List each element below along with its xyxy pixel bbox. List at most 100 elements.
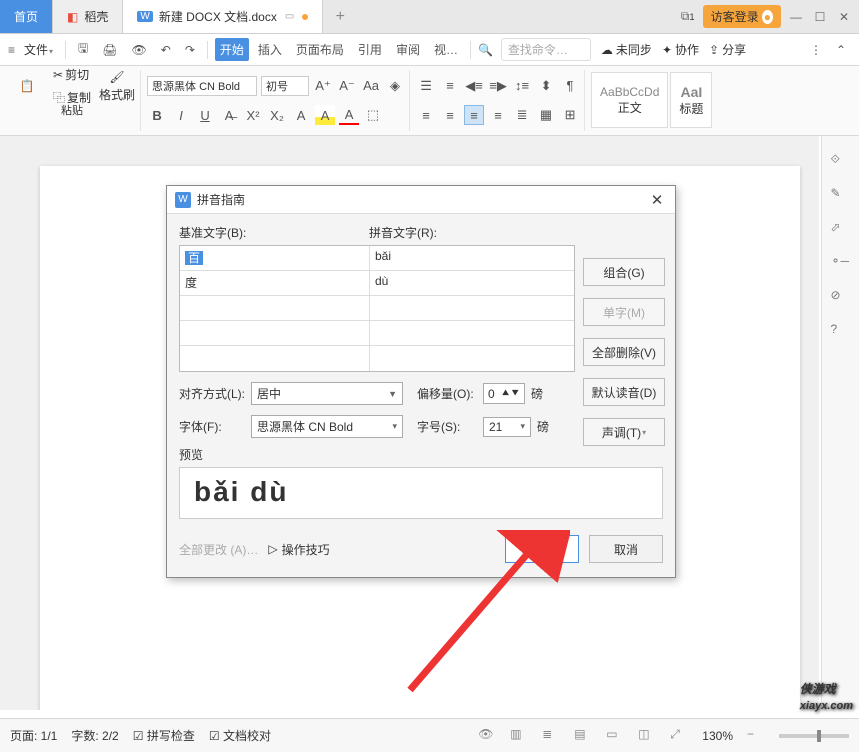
maximize-icon[interactable]: ☐ xyxy=(811,8,829,26)
tab-view[interactable]: 视… xyxy=(429,38,463,61)
underline-icon[interactable]: U xyxy=(195,105,215,125)
pinyin-0[interactable]: bǎi xyxy=(370,246,574,270)
zoom-level[interactable]: 130% xyxy=(702,729,733,743)
grow-font-icon[interactable]: A⁺ xyxy=(313,76,333,96)
tab-shell[interactable]: ◧ 稻壳 xyxy=(53,0,123,33)
indent-icon[interactable]: ≡▶ xyxy=(488,76,508,96)
close-icon[interactable]: ✕ xyxy=(835,8,853,26)
ok-button[interactable]: 确定 xyxy=(505,535,579,563)
tab-start[interactable]: 开始 xyxy=(215,38,249,61)
distribute-icon[interactable]: ≣ xyxy=(512,105,532,125)
dialog-titlebar[interactable]: W 拼音指南 ✕ xyxy=(167,186,675,214)
command-search-input[interactable]: 查找命令… xyxy=(501,38,591,61)
zoom-out-icon[interactable]: − xyxy=(747,727,765,745)
bullets-icon[interactable]: ☰ xyxy=(416,76,436,96)
rocket-icon[interactable]: ⟐ xyxy=(831,152,851,172)
save-icon[interactable]: 🖫 xyxy=(73,36,93,63)
font-color-icon[interactable]: A xyxy=(339,105,359,125)
font-size-select[interactable]: 初号 xyxy=(261,76,309,96)
superscript-icon[interactable]: X² xyxy=(243,105,263,125)
style-normal[interactable]: AaBbCcDd正文 xyxy=(591,72,668,128)
subscript-icon[interactable]: X₂ xyxy=(267,105,287,125)
settings-icon[interactable]: ⚬─ xyxy=(831,254,851,274)
table-row[interactable]: 百 bǎi xyxy=(180,246,574,271)
zoom-slider[interactable] xyxy=(779,734,849,738)
file-menu[interactable]: 文件▾ xyxy=(19,38,58,61)
font-select[interactable]: 思源黑体 CN Bold▾ xyxy=(251,415,403,438)
page-indicator[interactable]: 页面: 1/1 xyxy=(10,727,57,744)
style-heading1[interactable]: AaI标题 xyxy=(670,72,712,128)
align-left-icon[interactable]: ≡ xyxy=(416,105,436,125)
combine-button[interactable]: 组合(G) xyxy=(583,258,665,286)
sort-icon[interactable]: ⬍ xyxy=(536,76,556,96)
table-row[interactable] xyxy=(180,346,574,371)
format-painter-button[interactable]: 🖌格式刷 xyxy=(98,70,136,103)
table-row[interactable]: 度 dù xyxy=(180,271,574,296)
tab-document[interactable]: W 新建 DOCX 文档.docx ▭ xyxy=(123,0,323,33)
share-button[interactable]: ⇪分享 xyxy=(709,41,746,58)
login-button[interactable]: 访客登录 ● xyxy=(703,5,781,28)
bold-icon[interactable]: B xyxy=(147,105,167,125)
proofread-button[interactable]: ☑ 文档校对 xyxy=(209,727,271,744)
zoom-fit-icon[interactable]: ⤢ xyxy=(670,727,688,745)
cursor-icon[interactable]: ⬀ xyxy=(831,220,851,240)
sync-button[interactable]: ☁未同步 xyxy=(601,41,652,58)
app-menu-icon[interactable]: ≡ xyxy=(8,43,15,57)
coop-button[interactable]: ✦协作 xyxy=(662,41,699,58)
align-right-icon[interactable]: ≡ xyxy=(464,105,484,125)
align-select[interactable]: 居中▼ xyxy=(251,382,403,405)
new-tab-button[interactable]: + xyxy=(323,0,357,33)
base-char-0[interactable]: 百 xyxy=(185,251,203,265)
shrink-font-icon[interactable]: A⁻ xyxy=(337,76,357,96)
cut-button[interactable]: ✂剪切 xyxy=(50,65,94,84)
minimize-icon[interactable]: — xyxy=(787,8,805,26)
redo-icon[interactable]: ↷ xyxy=(180,40,200,60)
view-read-icon[interactable]: ▭ xyxy=(606,727,624,745)
fontsize-select[interactable]: 21▾ xyxy=(483,417,531,437)
shading-icon[interactable]: ▦ xyxy=(536,105,556,125)
highlight-icon[interactable]: A xyxy=(315,105,335,125)
cancel-button[interactable]: 取消 xyxy=(589,535,663,563)
pinyin-1[interactable]: dù xyxy=(370,271,574,295)
char-border-icon[interactable]: ⬚ xyxy=(363,105,383,125)
view-split-icon[interactable]: ◫ xyxy=(638,727,656,745)
view-outline-icon[interactable]: ≣ xyxy=(542,727,560,745)
window-list-icon[interactable]: ⧉1 xyxy=(679,8,697,26)
base-char-1[interactable]: 度 xyxy=(180,271,370,295)
text-effect-icon[interactable]: A xyxy=(291,105,311,125)
align-center-icon[interactable]: ≡ xyxy=(440,105,460,125)
tab-layout[interactable]: 页面布局 xyxy=(291,38,349,61)
case-icon[interactable]: Aa xyxy=(361,76,381,96)
clear-all-button[interactable]: 全部删除(V) xyxy=(583,338,665,366)
numbering-icon[interactable]: ≡ xyxy=(440,76,460,96)
outdent-icon[interactable]: ◀≡ xyxy=(464,76,484,96)
borders-icon[interactable]: ⊞ xyxy=(560,105,580,125)
dialog-close-button[interactable]: ✕ xyxy=(647,191,667,209)
view-web-icon[interactable]: ▤ xyxy=(574,727,592,745)
align-justify-icon[interactable]: ≡ xyxy=(488,105,508,125)
word-count[interactable]: 字数: 2/2 xyxy=(71,727,118,744)
clear-format-icon[interactable]: ◈ xyxy=(385,76,405,96)
table-row[interactable] xyxy=(180,296,574,321)
pen-icon[interactable]: ✎ xyxy=(831,186,851,206)
strike-icon[interactable]: A̶ xyxy=(219,105,239,125)
paste-button[interactable]: 📋 xyxy=(8,79,46,93)
more-icon[interactable]: ⋮ xyxy=(805,40,827,60)
default-reading-button[interactable]: 默认读音(D) xyxy=(583,378,665,406)
collapse-icon[interactable]: ⌃ xyxy=(831,40,851,60)
tab-menu-icon[interactable]: ▭ xyxy=(283,11,296,22)
view-page-icon[interactable]: ▥ xyxy=(510,727,528,745)
show-marks-icon[interactable]: ¶ xyxy=(560,76,580,96)
offset-input[interactable]: 0⯅⯆ xyxy=(483,383,525,404)
tab-ref[interactable]: 引用 xyxy=(353,38,387,61)
font-family-select[interactable]: 思源黑体 CN Bold xyxy=(147,76,257,96)
spellcheck-button[interactable]: ☑ 拼写检查 xyxy=(133,727,195,744)
tips-link[interactable]: ▷操作技巧 xyxy=(268,541,329,558)
print-icon[interactable]: 🖨 xyxy=(97,40,122,60)
tab-review[interactable]: 审阅 xyxy=(391,38,425,61)
help-icon[interactable]: ? xyxy=(831,322,851,342)
table-row[interactable] xyxy=(180,321,574,346)
line-spacing-icon[interactable]: ↕≡ xyxy=(512,76,532,96)
tab-home[interactable]: 首页 xyxy=(0,0,53,33)
italic-icon[interactable]: I xyxy=(171,105,191,125)
